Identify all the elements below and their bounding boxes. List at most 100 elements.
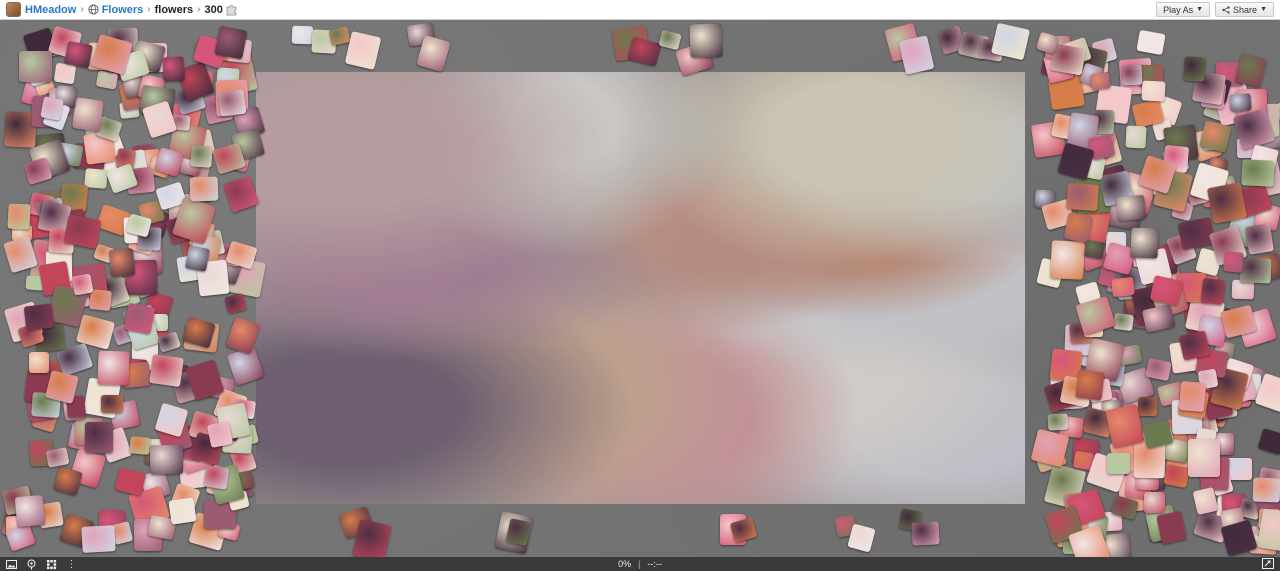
puzzle-piece[interactable]	[689, 23, 723, 58]
puzzle-piece[interactable]	[1178, 380, 1207, 413]
puzzle-piece[interactable]	[291, 25, 314, 45]
progress-status: 0% | --:--	[0, 557, 1280, 571]
puzzle-piece[interactable]	[1075, 369, 1105, 401]
puzzle-piece[interactable]	[1241, 159, 1275, 187]
breadcrumb-category-link[interactable]: Flowers	[102, 4, 144, 16]
globe-icon	[88, 4, 99, 15]
puzzle-piece[interactable]	[19, 51, 52, 82]
scatter-pieces-icon[interactable]	[46, 559, 57, 570]
breadcrumb-user-link[interactable]: HMeadow	[25, 4, 76, 16]
puzzle-piece[interactable]	[1200, 277, 1226, 306]
puzzle-piece[interactable]	[352, 518, 392, 557]
puzzle-piece[interactable]	[1234, 53, 1268, 88]
puzzle-piece[interactable]	[217, 89, 247, 117]
share-button[interactable]: Share ▼	[1215, 2, 1274, 17]
puzzle-piece[interactable]	[123, 302, 156, 335]
puzzle-piece[interactable]	[328, 26, 351, 46]
puzzle-piece[interactable]	[1137, 396, 1158, 417]
puzzle-piece[interactable]	[85, 422, 113, 453]
puzzle-piece[interactable]	[1130, 227, 1159, 259]
puzzle-piece[interactable]	[190, 145, 213, 168]
puzzle-piece[interactable]	[1183, 56, 1206, 82]
puzzle-piece[interactable]	[129, 436, 151, 455]
puzzle-piece[interactable]	[898, 35, 935, 75]
more-menu-icon[interactable]: ⋮	[66, 559, 77, 570]
puzzle-piece[interactable]	[45, 447, 70, 468]
puzzle-piece[interactable]	[224, 292, 247, 315]
puzzle-piece[interactable]	[1106, 452, 1131, 475]
puzzle-piece[interactable]	[53, 62, 77, 85]
puzzle-piece[interactable]	[40, 96, 64, 121]
progress-percent: 0%	[618, 559, 632, 569]
fullscreen-icon[interactable]	[1262, 558, 1274, 569]
ghost-toggle-icon[interactable]	[26, 559, 37, 570]
ghost-image-veil	[256, 72, 1025, 504]
puzzle-piece[interactable]	[1141, 304, 1176, 333]
puzzle-piece[interactable]	[1244, 223, 1275, 255]
puzzle-piece[interactable]	[1125, 125, 1147, 149]
puzzle-piece[interactable]	[203, 465, 230, 490]
puzzle-piece[interactable]	[149, 444, 184, 475]
puzzle-piece[interactable]	[1111, 276, 1135, 298]
puzzle-piece[interactable]	[189, 176, 219, 202]
puzzle-board[interactable]	[0, 20, 1280, 557]
puzzle-piece[interactable]	[1188, 439, 1220, 477]
puzzle-piece[interactable]	[149, 353, 184, 388]
puzzle-piece[interactable]	[222, 175, 260, 213]
puzzle-piece[interactable]	[1163, 463, 1190, 489]
puzzle-piece[interactable]	[1141, 80, 1166, 102]
puzzle-piece[interactable]	[206, 420, 234, 449]
puzzle-piece[interactable]	[1050, 240, 1085, 280]
puzzle-piece[interactable]	[168, 497, 197, 525]
puzzle-piece[interactable]	[214, 25, 248, 60]
puzzle-piece[interactable]	[911, 521, 940, 546]
puzzle-piece[interactable]	[344, 31, 382, 70]
puzzle-piece[interactable]	[1257, 427, 1280, 456]
puzzle-piece[interactable]	[97, 350, 130, 386]
puzzle-piece[interactable]	[1121, 64, 1143, 86]
puzzle-piece[interactable]	[162, 56, 185, 82]
play-as-button[interactable]: Play As ▼	[1156, 2, 1211, 17]
puzzle-piece[interactable]	[89, 288, 112, 312]
puzzle-piece[interactable]	[29, 352, 49, 373]
puzzle-piece[interactable]	[1116, 194, 1146, 222]
puzzle-piece[interactable]	[53, 466, 83, 496]
puzzle-piece-icon[interactable]	[226, 4, 238, 16]
puzzle-piece[interactable]	[71, 97, 105, 132]
puzzle-piece[interactable]	[1136, 29, 1166, 56]
puzzle-piece[interactable]	[1090, 71, 1111, 91]
puzzle-piece[interactable]	[23, 303, 55, 331]
puzzle-piece[interactable]	[63, 214, 102, 249]
puzzle-piece[interactable]	[1226, 458, 1252, 480]
puzzle-piece[interactable]	[1083, 239, 1106, 260]
puzzle-piece[interactable]	[7, 203, 31, 230]
avatar[interactable]	[6, 2, 21, 17]
puzzle-piece[interactable]	[1063, 211, 1094, 244]
puzzle-piece[interactable]	[114, 467, 147, 496]
puzzle-piece[interactable]	[81, 525, 116, 553]
chevron-right-icon: ›	[197, 4, 201, 15]
puzzle-piece[interactable]	[184, 245, 211, 272]
puzzle-piece[interactable]	[101, 395, 123, 413]
puzzle-piece[interactable]	[1047, 413, 1069, 431]
puzzle-piece[interactable]	[1239, 257, 1272, 284]
puzzle-piece[interactable]	[108, 248, 136, 277]
puzzle-piece[interactable]	[1066, 182, 1099, 212]
puzzle-piece[interactable]	[14, 494, 46, 528]
puzzle-piece[interactable]	[847, 523, 876, 553]
puzzle-piece[interactable]	[1223, 251, 1244, 273]
puzzle-piece[interactable]	[95, 70, 119, 90]
puzzle-piece[interactable]	[1229, 93, 1252, 112]
puzzle-piece[interactable]	[1113, 312, 1134, 332]
puzzle-piece[interactable]	[1206, 182, 1248, 224]
image-preview-icon[interactable]	[6, 559, 17, 570]
puzzle-piece[interactable]	[1144, 492, 1165, 513]
chevron-right-icon: ›	[80, 4, 84, 15]
puzzle-piece[interactable]	[64, 40, 93, 69]
bottom-bar: ⋮ 0% | --:--	[0, 557, 1280, 571]
puzzle-piece[interactable]	[71, 273, 94, 296]
puzzle-piece[interactable]	[1156, 510, 1187, 545]
puzzle-piece[interactable]	[658, 29, 682, 51]
puzzle-piece[interactable]	[627, 36, 662, 67]
puzzle-piece[interactable]	[1252, 477, 1280, 503]
